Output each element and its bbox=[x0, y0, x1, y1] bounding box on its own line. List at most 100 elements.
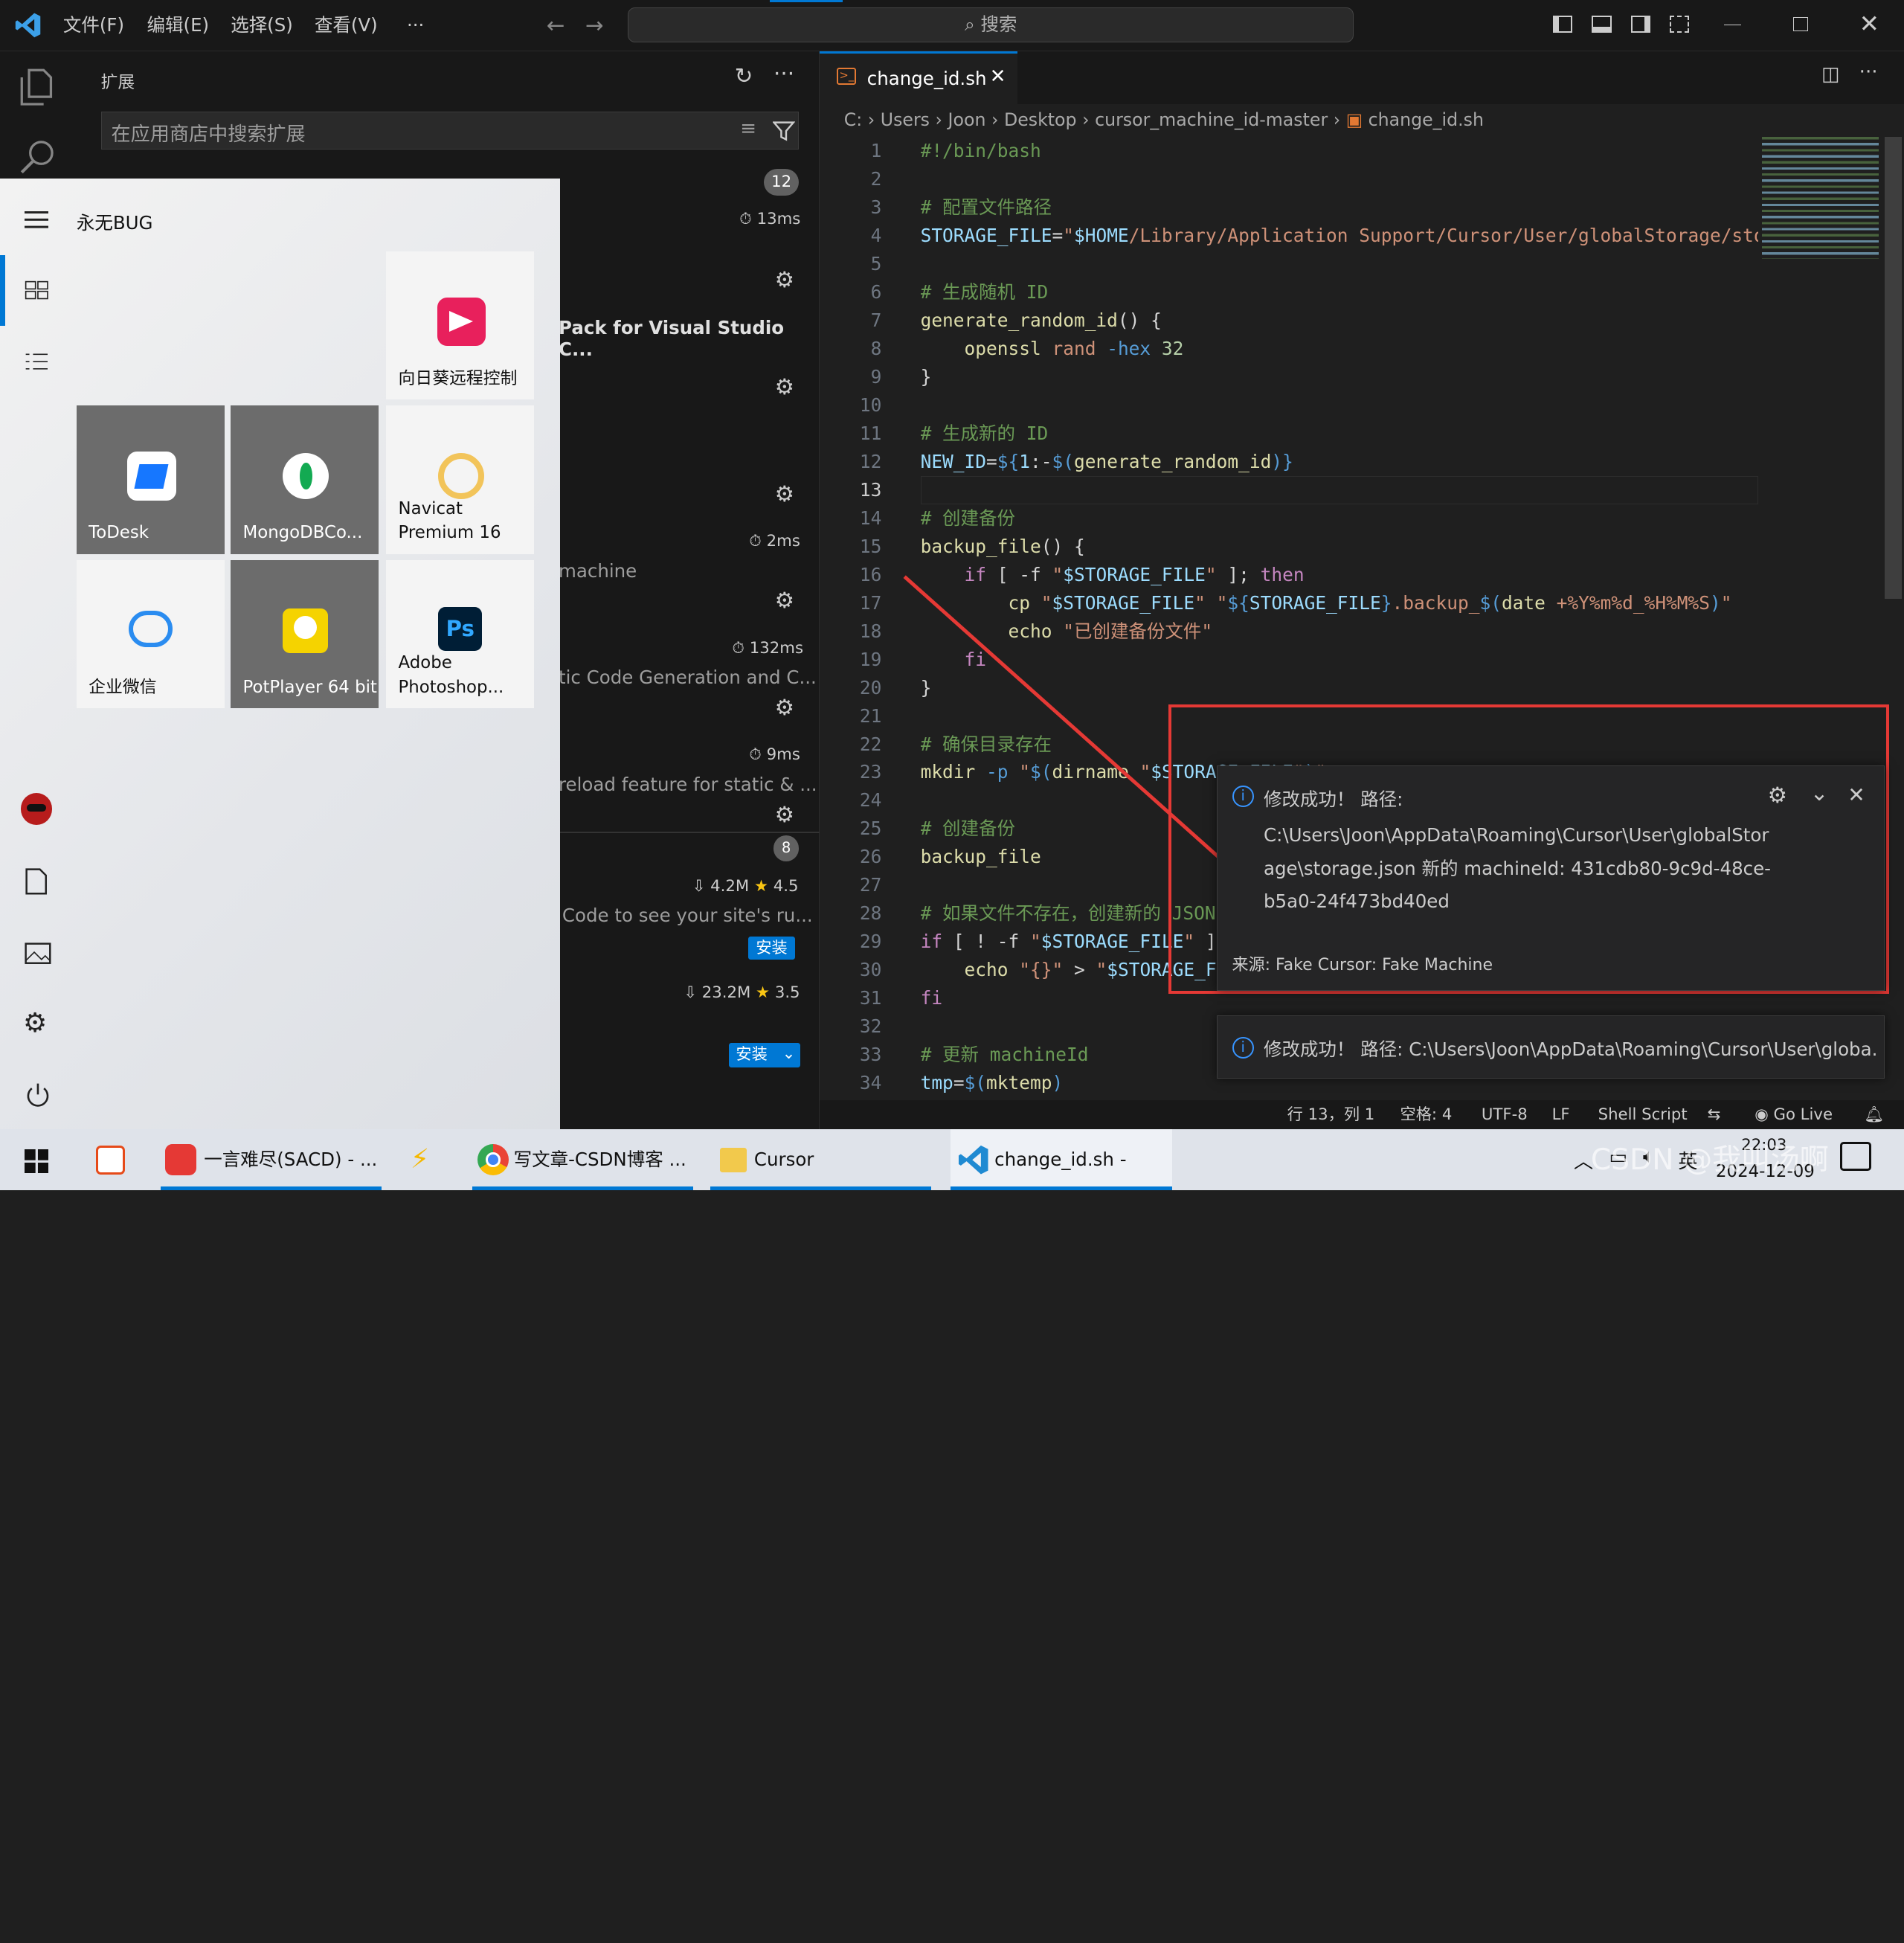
menu-more[interactable]: ··· bbox=[407, 0, 424, 51]
manage-gear-icon[interactable]: ⚙ bbox=[775, 374, 794, 399]
back-arrow-icon[interactable]: ← bbox=[547, 0, 565, 51]
split-editor-icon[interactable]: ◫ bbox=[1821, 63, 1840, 86]
shell-file-icon: >_ bbox=[836, 68, 857, 85]
close-tab-icon[interactable]: ✕ bbox=[990, 65, 1006, 88]
tile-todesk[interactable]: ToDesk bbox=[76, 405, 225, 554]
taskbar-vscode[interactable]: change_id.sh - Vis... bbox=[951, 1129, 1172, 1191]
editor-more-icon[interactable]: ··· bbox=[1859, 61, 1878, 83]
taskbar-music[interactable]: 一言难尽(SACD) - ... bbox=[160, 1129, 382, 1191]
user-avatar[interactable] bbox=[20, 793, 53, 825]
search-view-icon[interactable] bbox=[19, 138, 56, 175]
notifications-bell-icon[interactable]: 🔔︎ bbox=[1864, 1100, 1884, 1129]
tile-navicat[interactable]: Navicat Premium 16 bbox=[386, 405, 535, 554]
forward-arrow-icon[interactable]: → bbox=[585, 0, 604, 51]
tile-label: Adobe Photoshop... bbox=[398, 653, 504, 697]
tile-sunlogin[interactable]: 向日葵远程控制 bbox=[386, 251, 535, 400]
manage-gear-icon[interactable]: ⚙ bbox=[775, 802, 794, 827]
line-number: 7 bbox=[870, 309, 882, 332]
eol[interactable]: LF bbox=[1552, 1100, 1570, 1129]
install-button[interactable]: 安装 bbox=[747, 936, 796, 960]
explorer-icon[interactable] bbox=[19, 68, 54, 106]
go-live-button[interactable]: ◉ Go Live bbox=[1755, 1100, 1833, 1129]
tile-potplayer[interactable]: PotPlayer 64 bit bbox=[231, 559, 379, 708]
notification-settings-icon[interactable]: ⚙ bbox=[1768, 783, 1787, 808]
manage-gear-icon[interactable]: ⚙ bbox=[775, 267, 794, 292]
activation-time: ⏱ 13ms bbox=[739, 210, 801, 229]
settings-icon[interactable]: ⚙ bbox=[23, 1008, 47, 1038]
menu-view[interactable]: 查看(V) bbox=[315, 0, 378, 51]
download-count: ⇩ 23.2M ★ 3.5 bbox=[684, 983, 800, 1003]
menu-selection[interactable]: 选择(S) bbox=[231, 0, 293, 51]
encoding[interactable]: UTF-8 bbox=[1482, 1100, 1528, 1129]
tile-label: PotPlayer 64 bit bbox=[242, 677, 377, 697]
menu-file[interactable]: 文件(F) bbox=[63, 0, 124, 51]
scrollbar-thumb[interactable] bbox=[1884, 137, 1902, 599]
documents-icon[interactable] bbox=[25, 868, 48, 895]
clear-filter-icon[interactable]: ≡ bbox=[740, 118, 756, 140]
tiles-icon[interactable] bbox=[25, 280, 49, 300]
filter-icon[interactable] bbox=[773, 121, 795, 142]
sidebar-title: 扩展 bbox=[100, 73, 135, 93]
windows-start-icon[interactable] bbox=[24, 1149, 49, 1174]
tile-photoshop[interactable]: Ps Adobe Photoshop... bbox=[386, 559, 535, 708]
refresh-icon[interactable]: ↻ bbox=[735, 63, 753, 89]
app-pinned-icon[interactable] bbox=[95, 1145, 126, 1175]
notification-collapsed[interactable]: i 修改成功！ 路径: C:\Users\Joon\AppData\Roamin… bbox=[1216, 1015, 1885, 1079]
line-number: 16 bbox=[859, 563, 882, 585]
command-center-search[interactable]: ⌕ 搜索 bbox=[628, 7, 1354, 43]
hamburger-menu-icon[interactable] bbox=[24, 211, 49, 214]
language-mode[interactable]: Shell Script bbox=[1598, 1100, 1688, 1129]
install-split-button[interactable]: 安装 ⌄ bbox=[728, 1043, 800, 1068]
notification-expanded[interactable]: i 修改成功！ 路径: ⚙ ⌄ ✕ C:\Users\Joon\AppData\… bbox=[1216, 765, 1885, 992]
menu-edit[interactable]: 编辑(E) bbox=[147, 0, 210, 51]
taskbar-chrome[interactable]: 写文章-CSDN博客 ... bbox=[472, 1129, 694, 1191]
activation-time: ⏱ 132ms bbox=[732, 638, 804, 658]
line-number: 22 bbox=[859, 733, 882, 755]
line-number: 15 bbox=[859, 535, 882, 557]
search-placeholder: 在应用商店中搜索扩展 bbox=[111, 123, 306, 147]
restore-icon[interactable] bbox=[1793, 16, 1809, 32]
manage-gear-icon[interactable]: ⚙ bbox=[775, 481, 794, 507]
notification-summary: 修改成功！ 路径: C:\Users\Joon\AppData\Roaming\… bbox=[1263, 1038, 1877, 1061]
tab-change-id[interactable]: >_ change_id.sh ✕ bbox=[820, 51, 1018, 105]
more-actions-icon[interactable]: ··· bbox=[774, 61, 794, 86]
line-number: 6 bbox=[870, 281, 882, 304]
toggle-panel-icon[interactable] bbox=[1592, 16, 1612, 33]
indentation[interactable]: 空格: 4 bbox=[1400, 1100, 1452, 1129]
start-menu: 永无BUG ⚙ 向日葵远程控制 ToDesk MongoDBCo... Navi… bbox=[0, 179, 560, 1130]
ports-icon[interactable]: ⇆ bbox=[1708, 1100, 1721, 1129]
vscode-logo-icon[interactable] bbox=[15, 12, 42, 39]
tile-label: ToDesk bbox=[89, 523, 149, 543]
minimize-icon[interactable] bbox=[1724, 24, 1742, 26]
taskbar-cursor-folder[interactable]: Cursor bbox=[710, 1129, 932, 1191]
line-number: 14 bbox=[859, 507, 882, 529]
app-list-icon[interactable] bbox=[25, 352, 49, 371]
cursor-position[interactable]: 行 13，列 1 bbox=[1287, 1100, 1375, 1129]
tile-mongodb-compass[interactable]: MongoDBCo... bbox=[231, 405, 379, 554]
line-number: 28 bbox=[859, 902, 882, 925]
close-window-icon[interactable]: ✕ bbox=[1859, 10, 1879, 38]
toggle-sidebar-icon[interactable] bbox=[1553, 16, 1573, 33]
customize-layout-icon[interactable] bbox=[1669, 16, 1690, 33]
tile-wecom[interactable]: 企业微信 bbox=[76, 559, 225, 708]
potplayer-icon bbox=[283, 608, 328, 654]
pictures-icon[interactable] bbox=[25, 942, 51, 964]
lightning-app-icon[interactable]: ⚡ bbox=[411, 1144, 429, 1175]
notification-center-icon[interactable] bbox=[1839, 1141, 1871, 1171]
line-number: 13 bbox=[859, 478, 882, 501]
close-notification-icon[interactable]: ✕ bbox=[1847, 783, 1865, 807]
power-icon[interactable] bbox=[25, 1082, 51, 1109]
manage-gear-icon[interactable]: ⚙ bbox=[775, 588, 794, 613]
shell-file-icon: ▣ bbox=[1345, 109, 1363, 130]
line-number: 2 bbox=[870, 168, 882, 190]
extension-search-input[interactable]: 在应用商店中搜索扩展 ≡ bbox=[100, 112, 800, 150]
collapse-notification-icon[interactable]: ⌄ bbox=[1810, 780, 1829, 806]
chevron-down-icon: ⌄ bbox=[782, 1044, 796, 1063]
minimap[interactable] bbox=[1762, 137, 1879, 259]
line-number: 1 bbox=[870, 140, 882, 162]
extension-title[interactable]: Pack for Visual Studio C... bbox=[559, 317, 819, 360]
notification-title: 修改成功！ 路径: bbox=[1263, 788, 1403, 810]
manage-gear-icon[interactable]: ⚙ bbox=[775, 695, 794, 720]
netease-music-icon bbox=[165, 1143, 197, 1176]
toggle-secondary-sidebar-icon[interactable] bbox=[1630, 16, 1650, 33]
